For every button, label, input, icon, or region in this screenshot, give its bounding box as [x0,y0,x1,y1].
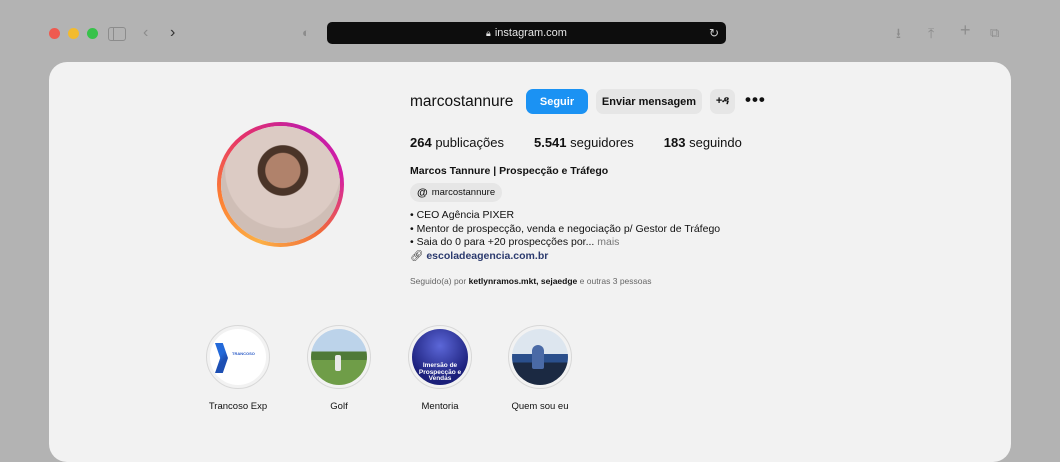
highlight-golf[interactable]: Golf [307,325,371,412]
following-stat[interactable]: 183 seguindo [664,135,742,150]
follow-button[interactable]: Seguir [526,89,588,114]
highlight-cover-text: Imersão de Prospecção e Vendas [418,362,462,382]
highlight-trancoso-exp[interactable]: TRANCOSO Trancoso Exp [206,325,270,412]
reload-icon[interactable]: ↻ [709,26,719,40]
forward-icon[interactable]: › [170,24,175,42]
sidebar-icon[interactable] [108,27,126,41]
threads-badge[interactable]: @ marcostannure [410,183,503,202]
add-user-icon[interactable]: +ዳ [710,89,735,114]
bio-line: • CEO Agência PIXER [410,209,515,221]
profile-bio: • CEO Agência PIXER • Mentor de prospecç… [410,209,720,250]
highlight-cover [512,329,568,385]
download-icon[interactable]: ⭳ [896,24,901,42]
highlight-label: Trancoso Exp [208,401,268,412]
new-tab-icon[interactable]: + [960,21,971,39]
followed-by[interactable]: Seguido(a) por ketlynramos.mkt, sejaedge… [410,276,651,286]
threads-handle: marcostannure [431,187,496,198]
profile-link[interactable]: 🔗︎ escoladeagencia.com.br [410,249,548,262]
highlight-cover-text: TRANCOSO [232,351,255,356]
back-icon[interactable]: ‹ [143,24,148,42]
close-window-button[interactable] [49,28,60,39]
minimize-window-button[interactable] [68,28,79,39]
lock-icon: 🔒︎ [486,27,491,38]
highlight-cover: Imersão de Prospecção e Vendas [412,329,468,385]
highlight-cover: TRANCOSO [210,329,266,385]
url-text: instagram.com [494,27,567,39]
address-bar[interactable]: 🔒︎ instagram.com ↻ [327,22,726,44]
trancoso-logo-icon [215,343,228,373]
highlight-quem-sou-eu[interactable]: Quem sou eu [508,325,572,412]
highlight-cover [311,329,367,385]
highlight-label: Quem sou eu [511,401,569,412]
profile-avatar[interactable] [217,122,344,247]
tabs-overview-icon[interactable]: ⧉ [990,24,999,42]
window-controls [49,28,98,39]
highlight-mentoria[interactable]: Imersão de Prospecção e Vendas Mentoria [408,325,472,412]
bio-more-link[interactable]: mais [597,236,619,248]
zoom-window-button[interactable] [87,28,98,39]
posts-stat: 264 publicações [410,135,504,150]
threads-icon: @ [417,186,428,199]
bio-line: • Saia do 0 para +20 prospecções por... … [410,236,620,248]
shield-icon[interactable]: ◐ [302,24,310,42]
profile-stats: 264 publicações 5.541 seguidores 183 seg… [410,135,772,150]
profile-full-name: Marcos Tannure | Prospecção e Tráfego [410,165,609,177]
share-icon[interactable]: ⤒ [928,24,934,42]
send-message-button[interactable]: Enviar mensagem [596,89,702,114]
highlight-label: Golf [330,401,348,412]
more-options-icon[interactable]: ••• [745,90,766,110]
link-icon: 🔗︎ [410,250,424,262]
highlight-label: Mentoria [421,401,459,412]
avatar-photo [221,126,340,243]
profile-username: marcostannure [410,93,514,110]
bio-line: • Mentor de prospecção, venda e negociaç… [410,222,721,235]
followers-stat[interactable]: 5.541 seguidores [534,135,634,150]
